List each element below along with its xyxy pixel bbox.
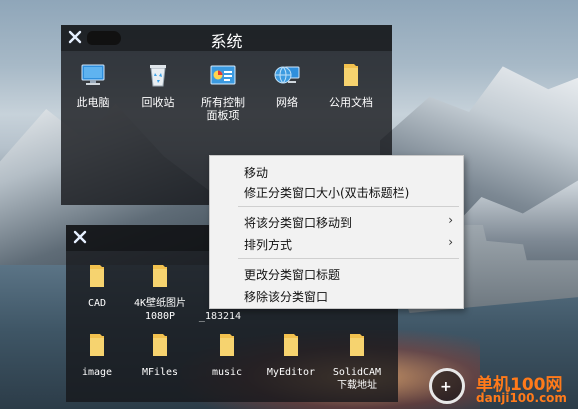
- chevron-right-icon: ›: [448, 213, 453, 227]
- menu-item-move-to[interactable]: 将该分类窗口移动到 ›: [210, 210, 463, 232]
- watermark-url: danji100.com: [476, 391, 567, 405]
- menu-item-label: 移除该分类窗口: [244, 290, 329, 304]
- desktop-item-label: _183214: [198, 311, 242, 322]
- desktop-item-this-pc[interactable]: 此电脑: [63, 61, 123, 109]
- menu-item-label: 更改分类窗口标题: [244, 268, 341, 282]
- desktop-item-label: 此电脑: [76, 96, 110, 109]
- desktop-item-label: 回收站: [141, 96, 175, 109]
- menu-separator: [238, 206, 459, 207]
- menu-item-label: 排列方式: [244, 238, 293, 252]
- chevron-right-icon: ›: [448, 235, 453, 249]
- menu-item-remove[interactable]: 移除该分类窗口: [210, 284, 463, 306]
- menu-item-label: 移动: [244, 166, 269, 180]
- desktop-item-label: image: [81, 367, 113, 378]
- desktop-item-folder-music[interactable]: music: [197, 331, 257, 379]
- desktop-item-folder-mfiles[interactable]: MFiles: [130, 331, 190, 379]
- desktop-item-label: 所有控制面板项: [201, 96, 245, 122]
- menu-item-move[interactable]: 移动: [210, 160, 463, 182]
- desktop-item-label: 网络: [276, 96, 298, 109]
- context-menu[interactable]: 移动 修正分类窗口大小(双击标题栏) 将该分类窗口移动到 › 排列方式 › 更改…: [209, 155, 464, 309]
- desktop-item-folder-cad[interactable]: CAD: [67, 262, 127, 310]
- control-panel-icon: [210, 65, 236, 85]
- folder-icon: [344, 64, 358, 86]
- folder-icon: [153, 334, 167, 356]
- watermark: + 单机100网 danji100.com: [428, 362, 578, 409]
- menu-item-label: 修正分类窗口大小(双击标题栏): [244, 186, 410, 200]
- desktop-item-recycle-bin[interactable]: 回收站: [128, 61, 188, 109]
- folder-icon: [350, 334, 364, 356]
- desktop-item-label: SolidCAM下载地址: [332, 367, 382, 391]
- fence-system-header[interactable]: 系统: [61, 25, 392, 51]
- menu-item-arrange[interactable]: 排列方式 ›: [210, 232, 463, 254]
- desktop-item-label: 4K壁纸图片 1080P: [133, 298, 187, 322]
- desktop-item-folder-myeditor[interactable]: MyEditor: [261, 331, 321, 379]
- desktop-item-control-panel[interactable]: 所有控制面板项: [193, 61, 253, 122]
- menu-item-fix-size[interactable]: 修正分类窗口大小(双击标题栏): [210, 180, 463, 202]
- computer-icon: [81, 64, 105, 85]
- desktop-item-label: CAD: [87, 298, 107, 309]
- folder-icon: [90, 334, 104, 356]
- menu-item-label: 将该分类窗口移动到: [244, 216, 353, 230]
- plus-icon: +: [440, 379, 452, 395]
- desktop-item-folder-image[interactable]: image: [67, 331, 127, 379]
- menu-item-rename[interactable]: 更改分类窗口标题: [210, 262, 463, 284]
- folder-icon: [284, 334, 298, 356]
- fence-system-title: 系统: [210, 32, 243, 51]
- menu-separator: [238, 258, 459, 259]
- folder-icon: [220, 334, 234, 356]
- folder-icon: [153, 265, 167, 287]
- desktop-item-label: MFiles: [141, 367, 179, 378]
- desktop-item-public-documents[interactable]: 公用文档: [321, 61, 381, 109]
- desktop-item-folder-4k[interactable]: 4K壁纸图片 1080P: [130, 262, 190, 323]
- desktop-item-network[interactable]: 网络: [257, 61, 317, 109]
- desktop-item-label: 公用文档: [329, 96, 373, 109]
- desktop-item-folder-solidcam[interactable]: SolidCAM下载地址: [327, 331, 387, 392]
- desktop-item-label: MyEditor: [266, 367, 316, 378]
- desktop-item-label: music: [211, 367, 243, 378]
- network-icon: [274, 66, 300, 84]
- recycle-bin-icon: [150, 65, 166, 87]
- folder-icon: [90, 265, 104, 287]
